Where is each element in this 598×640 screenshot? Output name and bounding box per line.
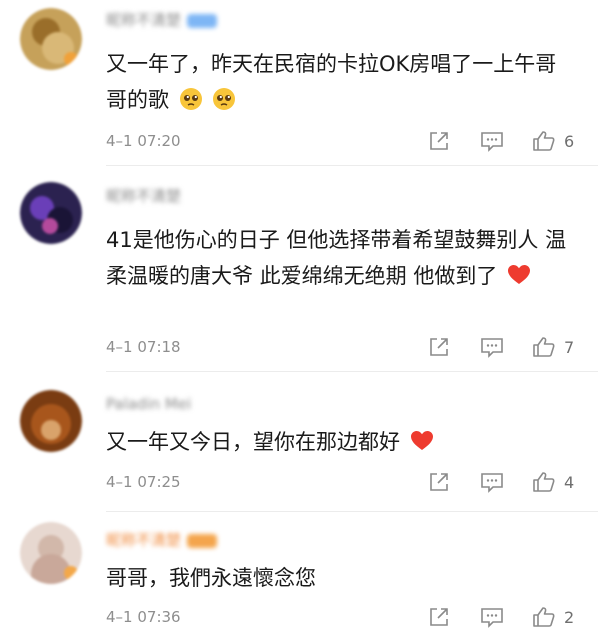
username[interactable]: 昵称不清楚 — [106, 530, 218, 550]
avatar[interactable] — [20, 522, 82, 584]
timestamp: 4–1 07:36 — [106, 608, 181, 626]
share-button[interactable] — [428, 606, 450, 628]
share-icon — [430, 608, 448, 626]
avatar-badge-icon — [64, 566, 78, 580]
comment-list: 昵称不清楚 又一年了，昨天在民宿的卡拉OK房唱了一上午哥哥的歌 4–1 07:2… — [0, 0, 598, 640]
comment-icon — [481, 608, 503, 628]
reply-button[interactable] — [480, 606, 504, 628]
comment-meta: 4–1 07:36 2 — [106, 606, 578, 628]
comment-text: 哥哥，我們永遠懷念您 — [106, 566, 316, 590]
like-button[interactable]: 2 — [532, 606, 574, 628]
thumbs-up-icon — [533, 607, 555, 627]
like-count: 2 — [564, 607, 575, 627]
comment-item: 昵称不清楚 哥哥，我們永遠懷念您 4–1 07:36 2 — [0, 0, 598, 640]
vip-badge-icon — [187, 533, 218, 548]
